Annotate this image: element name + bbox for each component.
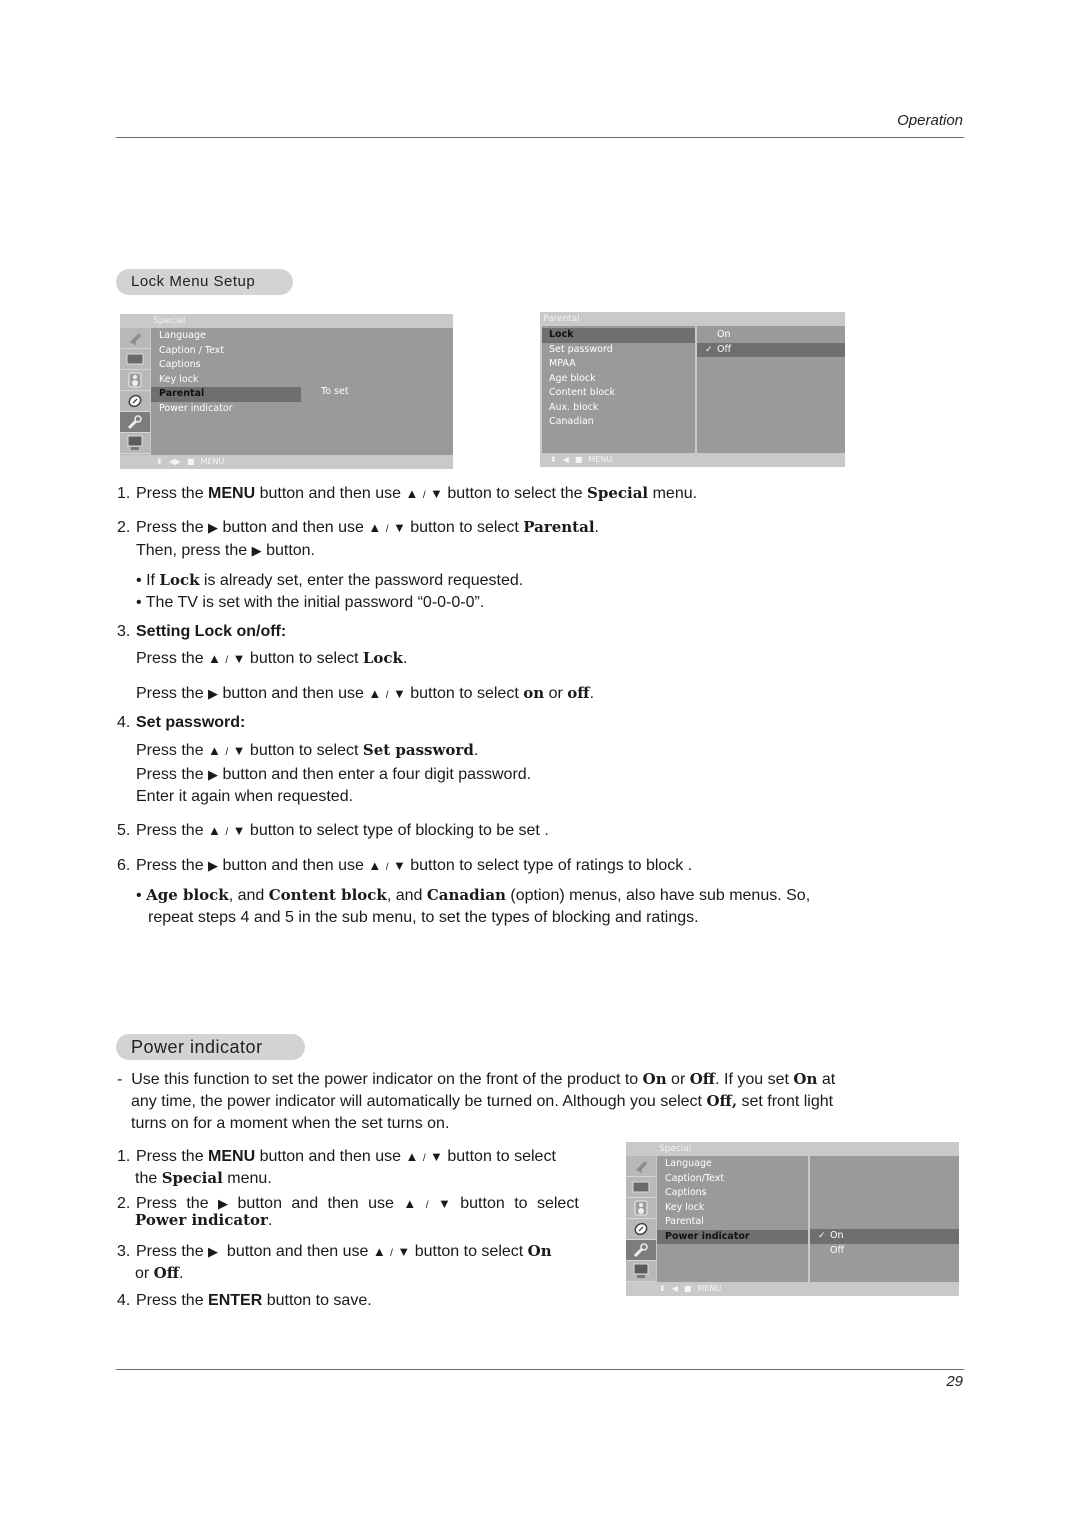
menu-item-power-indicator[interactable]: Power indicator	[657, 1229, 808, 1244]
lock-bullet-1: • If Lock is already set, enter the pass…	[136, 571, 524, 589]
lock-step-2: 2. Press the ▶ button and then use ▲ / ▼ …	[117, 518, 599, 536]
power-intro-line-1: - Use this function to set the power ind…	[117, 1070, 836, 1088]
menu-label: MENU	[697, 1284, 722, 1293]
menu-footer: ⬍ ◀ ■ MENU	[626, 1282, 959, 1296]
left-arrow-icon: ◀	[562, 455, 569, 464]
lock-step-4-line-1: Press the ▲ / ▼ button to select Set pas…	[136, 741, 479, 759]
check-icon: ✓	[705, 344, 713, 355]
lock-step-4-line-2: Press the ▶ button and then enter a four…	[136, 766, 532, 783]
speaker-icon	[120, 370, 150, 391]
option-off[interactable]: ✓ Off	[697, 342, 845, 357]
lock-step-5: 5. Press the ▲ / ▼ button to select type …	[117, 822, 549, 839]
satellite-icon	[120, 328, 150, 349]
section-header: Operation	[897, 112, 963, 129]
option-list: On ✓ Off	[697, 326, 845, 453]
power-step-2-line-2: Power indicator.	[135, 1211, 273, 1229]
lock-step-3-line-2: Press the ▶ button and then use ▲ / ▼ bu…	[136, 684, 595, 702]
parental-menu-screenshot: Parental Lock Set password MPAA Age bloc…	[540, 312, 845, 467]
lock-menu-setup-heading: Lock Menu Setup	[116, 269, 293, 295]
menu-footer: ⬍ ◀ ■ MENU	[540, 453, 845, 467]
key-icon	[626, 1240, 656, 1261]
power-step-3-line-2: or Off.	[135, 1264, 184, 1282]
lock-bullet-3-line-2: repeat steps 4 and 5 in the sub menu, to…	[148, 909, 699, 926]
menu-item-list: Language Caption/Text Captions Key lock …	[657, 1156, 808, 1282]
menu-item-canadian[interactable]: Canadian	[542, 415, 695, 430]
menu-label: MENU	[200, 457, 225, 466]
menu-title: Special	[659, 1144, 692, 1154]
menu-item-lock[interactable]: Lock	[542, 328, 695, 343]
menu-icon-column	[626, 1156, 656, 1282]
menu-title: Special	[153, 316, 186, 326]
menu-item-captions[interactable]: Captions	[657, 1186, 808, 1201]
power-step-1-line-2: the Special menu.	[135, 1169, 272, 1187]
lock-step-6: 6. Press the ▶ button and then use ▲ / ▼ …	[117, 857, 693, 874]
lock-step-4-heading: 4. Set password:	[117, 714, 246, 731]
power-intro-line-2: any time, the power indicator will autom…	[131, 1092, 834, 1110]
option-off[interactable]: Off	[810, 1244, 959, 1259]
check-icon: ✓	[818, 1231, 826, 1241]
menu-item-aux-block[interactable]: Aux. block	[542, 401, 695, 416]
lock-step-3-heading: 3. Setting Lock on/off:	[117, 623, 287, 640]
menu-title: Parental	[543, 314, 580, 324]
special-menu-side-panel: To set	[301, 328, 453, 455]
menu-item-parental[interactable]: Parental	[657, 1215, 808, 1230]
menu-item-age-block[interactable]: Age block	[542, 372, 695, 387]
satellite-icon	[626, 1156, 656, 1177]
page-number: 29	[946, 1373, 963, 1390]
picture-icon	[626, 1177, 656, 1198]
header-rule	[116, 137, 964, 138]
lock-step-1: 1. Press the MENU button and then use ▲ /…	[117, 484, 698, 502]
up-down-icon: ⬍	[659, 1284, 666, 1293]
lock-step-2-line-2: Then, press the ▶ button.	[136, 542, 315, 559]
time-icon	[120, 391, 150, 412]
menu-item-set-password[interactable]: Set password	[542, 343, 695, 358]
power-step-1: 1. Press the MENU button and then use ▲ /…	[117, 1148, 556, 1165]
up-arrow-icon: ▲	[405, 486, 419, 501]
menu-item-mpaa[interactable]: MPAA	[542, 357, 695, 372]
option-on[interactable]: ✓ On	[810, 1229, 959, 1244]
up-down-icon: ⬍	[156, 457, 163, 466]
lock-step-3-line-1: Press the ▲ / ▼ button to select Lock.	[136, 649, 408, 667]
picture-icon	[120, 349, 150, 370]
stop-icon: ■	[683, 1284, 692, 1293]
pc-icon	[626, 1261, 656, 1282]
speaker-icon	[626, 1198, 656, 1219]
menu-item-content-block[interactable]: Content block	[542, 386, 695, 401]
power-indicator-menu-screenshot: Special Language Caption/Text Captions K…	[626, 1142, 959, 1296]
option-list: ✓ On Off	[810, 1156, 959, 1282]
menu-label: MENU	[588, 455, 613, 464]
up-down-icon: ⬍	[550, 455, 557, 464]
option-on[interactable]: On	[697, 328, 845, 343]
to-set-label: To set	[321, 386, 349, 397]
pc-icon	[120, 433, 150, 454]
power-step-4: 4. Press the ENTER button to save.	[117, 1292, 372, 1309]
stop-icon: ■	[574, 455, 583, 464]
menu-item-language[interactable]: Language	[657, 1157, 808, 1172]
menu-item-key-lock[interactable]: Key lock	[657, 1201, 808, 1216]
lock-bullet-3: • Age block, and Content block, and Cana…	[136, 886, 811, 904]
power-step-3: 3. Press the ▶ button and then use ▲ / ▼ …	[117, 1242, 552, 1260]
menu-footer: ⬍ ◀▶ ■ MENU	[120, 455, 453, 469]
power-indicator-heading: Power indicator	[116, 1034, 305, 1060]
stop-icon: ■	[187, 457, 195, 466]
down-arrow-icon: ▼	[430, 486, 443, 501]
lock-step-4-line-3: Enter it again when requested.	[136, 788, 354, 805]
left-right-icon: ◀▶	[168, 457, 182, 466]
menu-item-caption-text[interactable]: Caption/Text	[657, 1172, 808, 1187]
menu-item-list: Lock Set password MPAA Age block Content…	[542, 326, 695, 453]
left-arrow-icon: ◀	[671, 1284, 678, 1293]
time-icon	[626, 1219, 656, 1240]
power-intro-line-3: turns on for a moment when the set turns…	[131, 1115, 450, 1132]
key-icon	[120, 412, 150, 433]
menu-icon-column	[120, 328, 150, 455]
footer-rule	[116, 1369, 964, 1370]
lock-bullet-2: • The TV is set with the initial passwor…	[136, 594, 485, 611]
right-arrow-icon: ▶	[208, 520, 219, 535]
